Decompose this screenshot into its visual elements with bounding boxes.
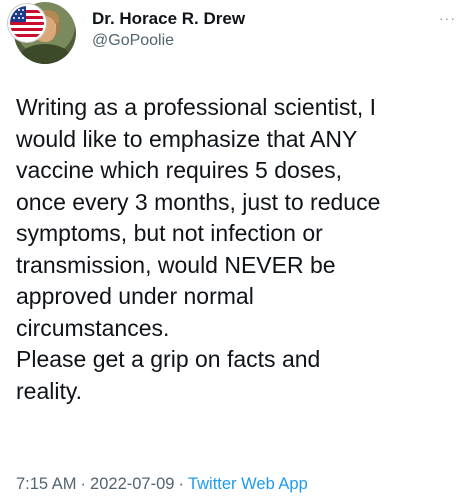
us-flag-graphic xyxy=(10,6,44,40)
tweet-text-line: circumstances. xyxy=(16,314,170,341)
tweet-time[interactable]: 7:15 AM xyxy=(16,475,77,493)
author-name[interactable]: Dr. Horace R. Drew xyxy=(92,9,245,29)
more-horizontal-icon[interactable]: ··· xyxy=(439,10,456,26)
tweet-text-line: once every 3 months, just to reduce xyxy=(16,188,381,215)
author-handle[interactable]: @GoPoolie xyxy=(92,32,174,50)
tweet-text-line: vaccine which requires 5 doses, xyxy=(16,157,342,183)
meta-separator: · xyxy=(178,475,184,493)
tweet-text-line: reality. xyxy=(16,377,83,404)
tweet-text-line: transmission, would NEVER be xyxy=(16,251,336,278)
tweet-text-line: Please get a grip on facts and xyxy=(16,346,321,372)
avatar-shirt xyxy=(20,44,70,64)
tweet-card: Dr. Horace R. Drew @GoPoolie ··· Writing… xyxy=(0,0,468,500)
tweet-meta: 7:15 AM · 2022-07-09 · Twitter Web App xyxy=(16,475,308,494)
tweet-text-line: approved under normal xyxy=(16,283,254,309)
meta-separator: · xyxy=(80,475,87,493)
tweet-text-line: Writing as a professional scientist, I xyxy=(16,94,377,120)
tweet-text: Writing as a professional scientist, I w… xyxy=(16,92,456,407)
us-flag-icon xyxy=(8,4,46,42)
tweet-date[interactable]: 2022-07-09 xyxy=(90,475,174,493)
tweet-text-line: symptoms, but not infection or xyxy=(16,220,323,246)
tweet-source-app[interactable]: Twitter Web App xyxy=(188,475,308,493)
tweet-text-line: would like to emphasize that ANY xyxy=(16,125,358,152)
avatar[interactable] xyxy=(8,2,78,66)
